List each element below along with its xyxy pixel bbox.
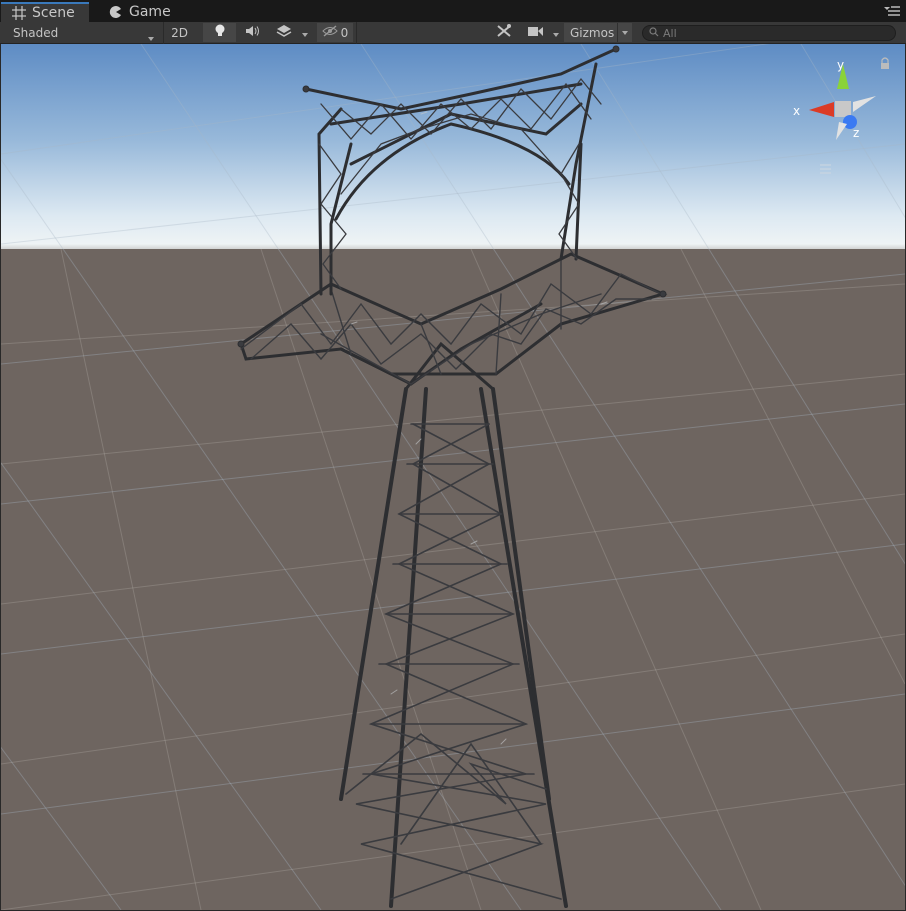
gizmo-x-label: x [793,104,800,118]
eye-off-icon [321,25,338,40]
tools-toggle[interactable] [490,23,518,42]
effects-dropdown[interactable] [272,23,312,42]
scene-viewport[interactable]: y x z [1,44,905,910]
audio-toggle[interactable] [238,23,268,42]
pane-menu-icon[interactable] [884,5,900,17]
gizmo-center-cube[interactable] [835,101,851,117]
chevron-down-icon[interactable] [617,23,632,42]
toolbar-divider [163,22,164,44]
gizmos-dropdown[interactable]: Gizmos [564,23,632,42]
scene-toolbar: Shaded 2D 0 Gizmos All [0,22,906,44]
search-placeholder: All [663,26,677,40]
scene-canvas[interactable]: y x z [1,44,905,910]
layers-icon [276,24,292,41]
light-bulb-icon [215,24,225,41]
search-input[interactable]: All [642,25,896,41]
gizmos-label: Gizmos [570,25,615,40]
camera-icon [527,26,544,40]
grid-icon [11,5,27,21]
tab-bar: Scene Game [0,0,906,22]
tab-game[interactable]: Game [98,2,178,22]
mode-2d-button[interactable]: 2D [165,23,194,42]
sky [1,44,905,259]
chevron-down-icon [148,30,154,44]
lighting-toggle[interactable] [203,23,236,42]
ground-plane [1,249,905,910]
tab-scene[interactable]: Scene [1,2,89,22]
toolbar-divider [356,22,357,44]
camera-settings-dropdown[interactable] [524,23,562,42]
tools-icon [496,24,512,41]
tab-game-label: Game [129,4,171,20]
hidden-objects-toggle[interactable]: 0 [317,23,353,42]
speaker-icon [245,25,261,40]
chevron-down-icon [552,26,559,40]
shading-mode-label: Shaded [13,25,59,40]
search-icon [649,26,661,40]
pacman-icon [108,4,124,20]
gizmo-y-label: y [837,58,844,72]
shading-mode-dropdown[interactable]: Shaded [6,23,156,42]
tab-scene-label: Scene [32,5,75,21]
chevron-down-icon [302,26,308,40]
gizmo-z-label: z [853,126,859,140]
hidden-count: 0 [340,25,349,40]
